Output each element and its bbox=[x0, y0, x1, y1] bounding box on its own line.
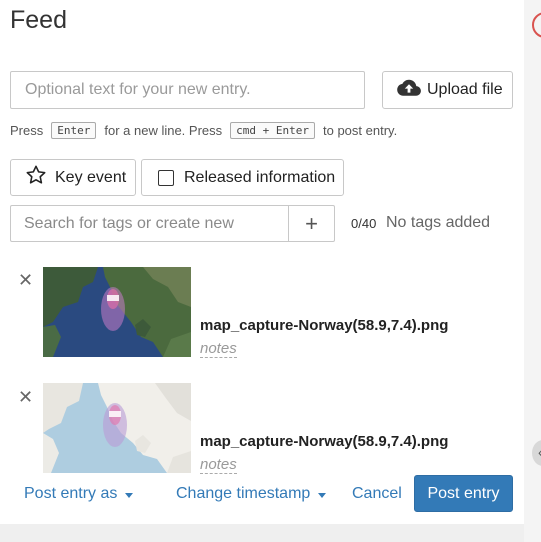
post-entry-as-label: Post entry as bbox=[24, 485, 118, 502]
key-event-button[interactable]: Key event bbox=[10, 159, 136, 196]
cancel-label: Cancel bbox=[352, 485, 402, 502]
cancel-button[interactable]: Cancel bbox=[352, 485, 402, 503]
remove-attachment-1-icon[interactable]: ✕ bbox=[18, 270, 33, 291]
cloud-upload-icon bbox=[397, 79, 421, 102]
attachment-1-thumbnail[interactable] bbox=[43, 267, 191, 357]
cmd-enter-key: cmd + Enter bbox=[230, 122, 315, 139]
add-tag-button[interactable]: + bbox=[288, 205, 335, 242]
hint-post: to post entry. bbox=[323, 123, 398, 138]
attachment-1-filename: map_capture-Norway(58.9,7.4).png bbox=[200, 317, 449, 334]
hint-press: Press bbox=[10, 123, 44, 138]
tag-search-input[interactable] bbox=[10, 205, 289, 242]
upload-file-label: Upload file bbox=[427, 81, 503, 98]
upload-file-button[interactable]: Upload file bbox=[382, 71, 513, 109]
released-checkbox[interactable] bbox=[158, 169, 174, 186]
key-event-label: Key event bbox=[55, 168, 127, 186]
post-entry-button[interactable]: Post entry bbox=[414, 475, 513, 512]
change-timestamp-dropdown[interactable]: Change timestamp bbox=[176, 485, 327, 503]
released-information-toggle[interactable]: Released information bbox=[141, 159, 344, 196]
enter-key: Enter bbox=[51, 122, 97, 139]
star-outline-icon bbox=[25, 164, 47, 191]
attachment-2-filename: map_capture-Norway(58.9,7.4).png bbox=[200, 433, 449, 450]
attachment-1-notes[interactable]: notes bbox=[200, 340, 237, 358]
attachment-2-notes[interactable]: notes bbox=[200, 456, 237, 474]
caret-down-icon bbox=[318, 492, 327, 498]
entry-text-input[interactable] bbox=[10, 71, 365, 109]
tag-count: 0/40 bbox=[351, 216, 377, 231]
feed-panel: Feed Upload file Press Enter for a new l… bbox=[0, 0, 524, 524]
caret-down-icon bbox=[125, 492, 134, 498]
remove-attachment-2-icon[interactable]: ✕ bbox=[18, 387, 33, 408]
page-title: Feed bbox=[10, 6, 67, 34]
hint-new-line: for a new line. Press bbox=[104, 123, 223, 138]
attachment-2-thumbnail[interactable] bbox=[43, 383, 191, 473]
tags-empty-message: No tags added bbox=[386, 214, 491, 231]
post-entry-as-dropdown[interactable]: Post entry as bbox=[24, 485, 134, 503]
released-information-label: Released information bbox=[184, 168, 336, 186]
keyboard-hint: Press Enter for a new line. Press cmd + … bbox=[10, 122, 397, 139]
change-timestamp-label: Change timestamp bbox=[176, 485, 311, 502]
